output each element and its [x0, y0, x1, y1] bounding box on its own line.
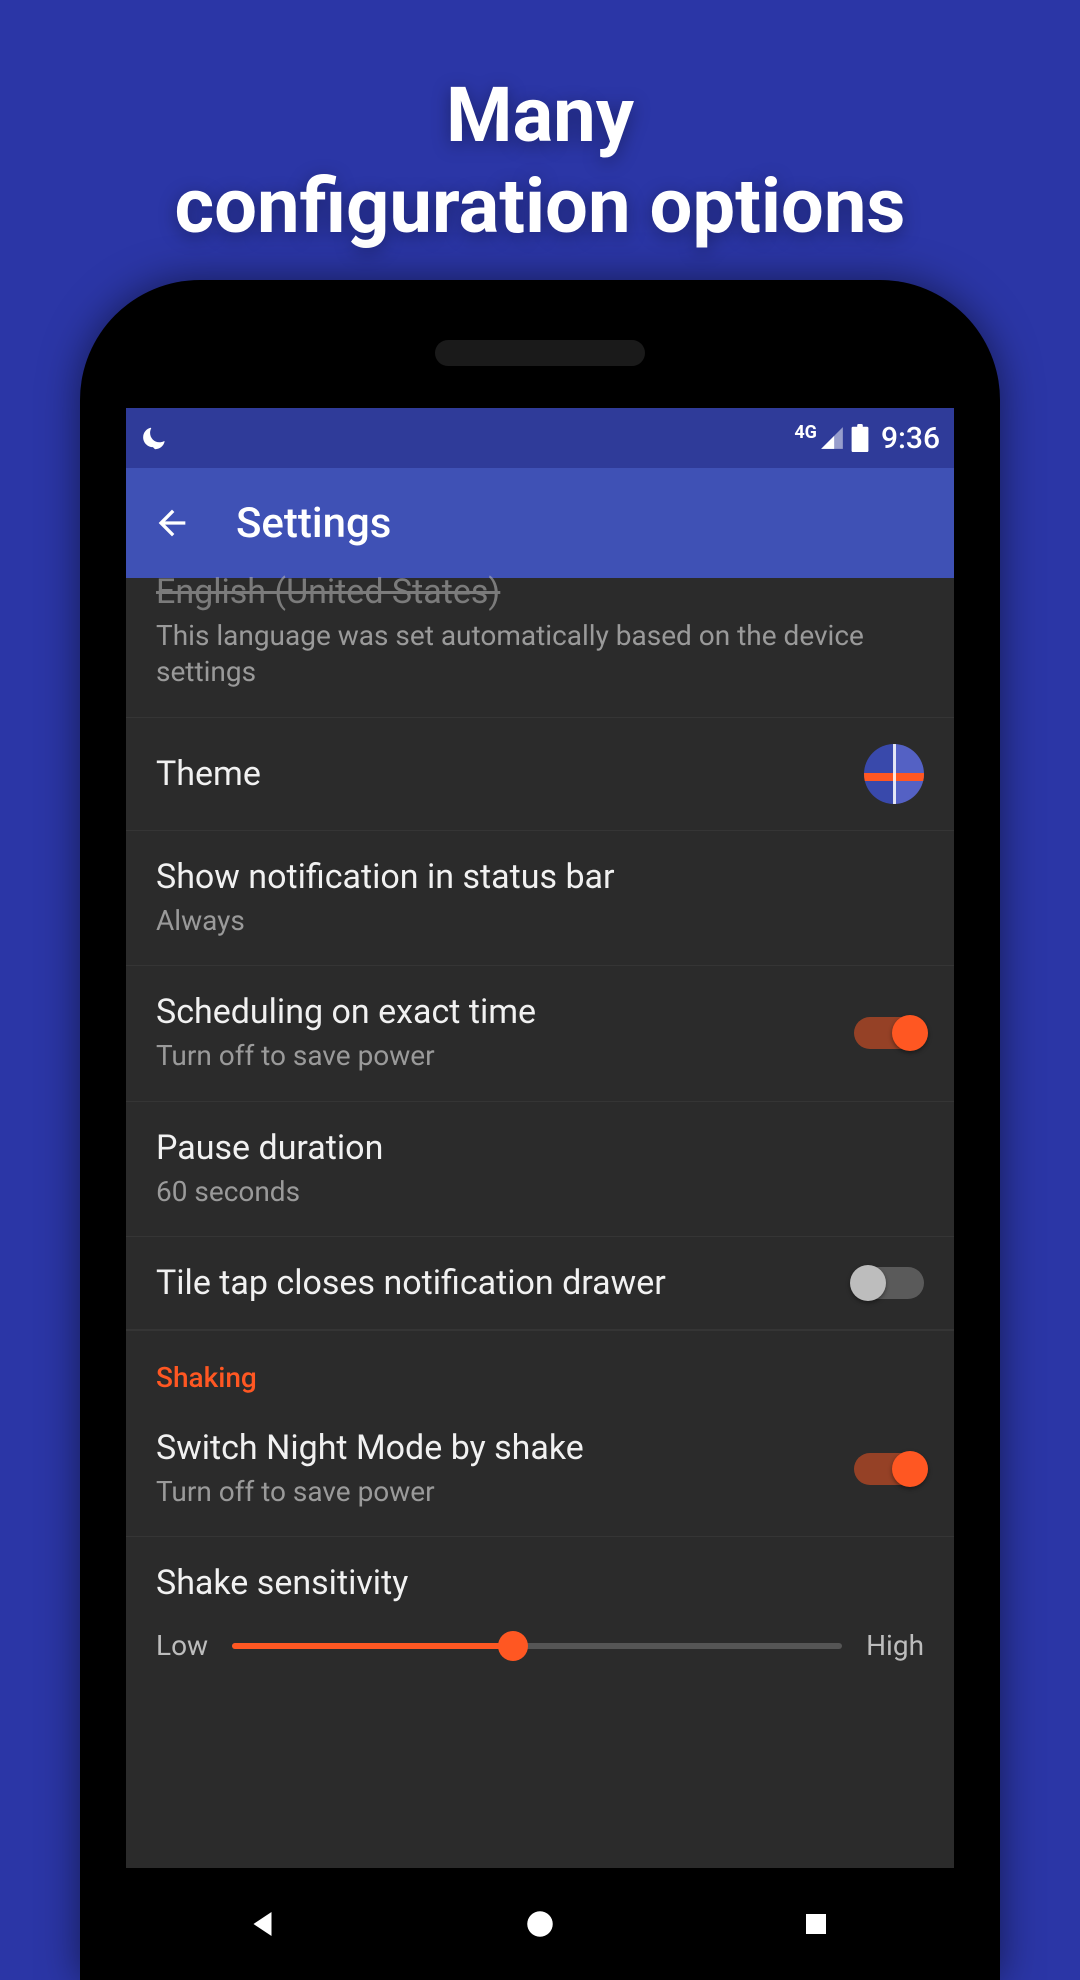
setting-shake-switch[interactable]: Switch Night Mode by shake Turn off to s… — [126, 1402, 954, 1537]
scheduling-switch[interactable] — [854, 1017, 924, 1049]
phone-frame: 4G 9:36 Settings English (United — [80, 280, 1000, 1980]
promo-line-1: Many — [0, 70, 1080, 161]
setting-scheduling-title: Scheduling on exact time — [156, 992, 834, 1032]
status-time: 9:36 — [881, 421, 940, 456]
moon-icon — [140, 424, 168, 452]
nav-home-button[interactable] — [480, 1894, 600, 1954]
setting-pause-duration-value: 60 seconds — [156, 1174, 924, 1210]
slider-label-low: Low — [156, 1629, 208, 1662]
promo-line-2: configuration options — [0, 161, 1080, 252]
sensitivity-slider[interactable] — [232, 1643, 842, 1649]
settings-list: English (United States) This language wa… — [126, 578, 954, 1702]
phone-screen: 4G 9:36 Settings English (United — [126, 408, 954, 1868]
triangle-back-icon — [246, 1906, 282, 1942]
nav-back-button[interactable] — [204, 1894, 324, 1954]
setting-language[interactable]: English (United States) This language wa… — [126, 578, 954, 718]
setting-theme[interactable]: Theme — [126, 718, 954, 831]
theme-preview-icon — [864, 744, 924, 804]
setting-shake-sensitivity-title: Shake sensitivity — [156, 1563, 924, 1603]
setting-show-notification-title: Show notification in status bar — [156, 857, 924, 897]
setting-shake-sensitivity: Shake sensitivity Low High — [126, 1537, 954, 1702]
switch-thumb-icon — [892, 1451, 928, 1487]
setting-pause-duration-title: Pause duration — [156, 1128, 924, 1168]
switch-thumb-icon — [892, 1015, 928, 1051]
setting-tile-tap-title: Tile tap closes notification drawer — [156, 1263, 834, 1303]
slider-label-high: High — [866, 1629, 924, 1662]
setting-shake-switch-title: Switch Night Mode by shake — [156, 1428, 834, 1468]
status-bar: 4G 9:36 — [126, 408, 954, 468]
setting-tile-tap[interactable]: Tile tap closes notification drawer — [126, 1237, 954, 1330]
slider-thumb-icon — [498, 1631, 528, 1661]
shake-switch[interactable] — [854, 1453, 924, 1485]
setting-language-desc: This language was set automatically base… — [156, 618, 924, 691]
tile-tap-switch[interactable] — [854, 1267, 924, 1299]
nav-recent-button[interactable] — [756, 1894, 876, 1954]
slider-fill — [232, 1643, 513, 1649]
network-4g-label: 4G — [794, 422, 817, 443]
circle-home-icon — [523, 1907, 557, 1941]
app-bar: Settings — [126, 468, 954, 578]
setting-theme-title: Theme — [156, 754, 844, 794]
android-navbar — [126, 1868, 954, 1980]
square-recent-icon — [801, 1909, 831, 1939]
promo-title: Many configuration options — [0, 0, 1080, 252]
appbar-title: Settings — [236, 499, 391, 548]
setting-shake-switch-sub: Turn off to save power — [156, 1474, 834, 1510]
battery-icon — [851, 424, 869, 452]
setting-show-notification[interactable]: Show notification in status bar Always — [126, 831, 954, 966]
phone-speaker — [435, 340, 645, 366]
setting-pause-duration[interactable]: Pause duration 60 seconds — [126, 1102, 954, 1237]
signal-icon — [819, 425, 845, 451]
switch-thumb-icon — [850, 1265, 886, 1301]
arrow-back-icon — [152, 503, 192, 543]
setting-scheduling[interactable]: Scheduling on exact time Turn off to sav… — [126, 966, 954, 1101]
setting-language-title: English (United States) — [156, 572, 924, 612]
back-button[interactable] — [152, 503, 192, 543]
section-header-shaking: Shaking — [126, 1330, 954, 1402]
setting-show-notification-value: Always — [156, 903, 924, 939]
setting-scheduling-sub: Turn off to save power — [156, 1038, 834, 1074]
